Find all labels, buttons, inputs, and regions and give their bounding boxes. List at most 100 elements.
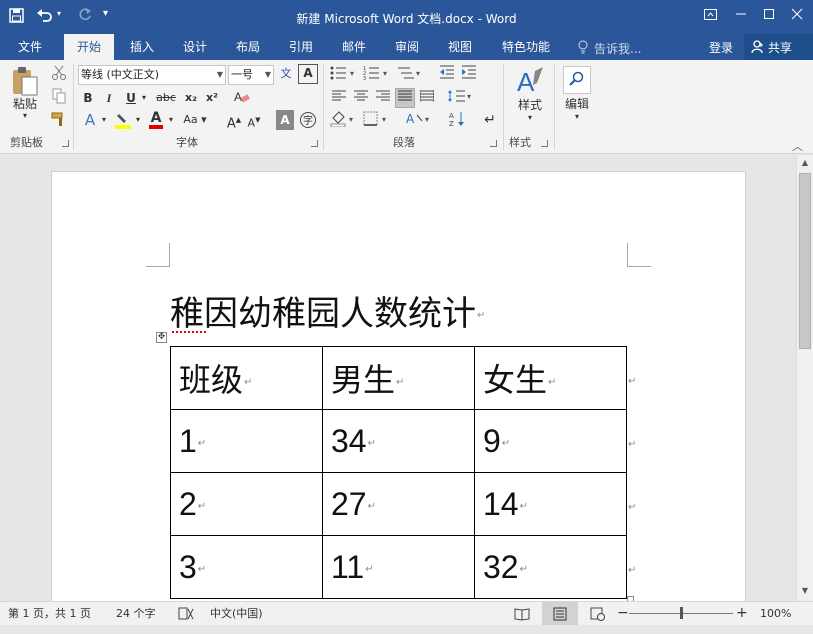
table-cell[interactable]: 班级↵ <box>170 346 323 410</box>
table-cell[interactable]: 14↵ <box>474 472 627 536</box>
grow-font-icon[interactable]: A▲ <box>225 110 243 131</box>
styles-gallery-button[interactable]: A 样式 ▾ <box>509 64 551 132</box>
character-shading-icon[interactable]: A <box>276 110 294 130</box>
paste-button[interactable]: 粘贴 ▾ <box>6 64 44 128</box>
tab-review[interactable]: 审阅 <box>383 34 431 60</box>
table-cell[interactable]: 女生↵ <box>474 346 627 410</box>
tab-layout[interactable]: 布局 <box>224 34 272 60</box>
tell-me-search[interactable]: 告诉我... <box>594 40 641 57</box>
table-cell[interactable]: 男生↵ <box>322 346 475 410</box>
multilevel-list-button[interactable]: ▾ <box>395 64 425 84</box>
collapse-ribbon-icon[interactable]: ︿ <box>792 138 803 154</box>
tab-special-features[interactable]: 特色功能 <box>494 34 558 60</box>
word-count[interactable]: 24 个字 <box>116 602 156 625</box>
highlight-button[interactable] <box>112 110 134 130</box>
justify-icon[interactable] <box>395 88 415 108</box>
bullets-button[interactable]: ▾ <box>329 64 359 84</box>
phonetic-guide-icon[interactable]: 文 <box>276 64 296 84</box>
document-title[interactable]: 稚因幼稚园人数统计↵ <box>170 293 485 337</box>
table-cell[interactable]: 32↵ <box>474 535 627 599</box>
subscript-button[interactable]: x₂ <box>181 88 201 108</box>
borders-button[interactable]: ▾ <box>362 110 392 130</box>
tab-view[interactable]: 视图 <box>436 34 484 60</box>
character-border-icon[interactable]: A <box>298 64 318 84</box>
copy-button[interactable] <box>49 87 69 107</box>
font-dialog-launcher-icon[interactable] <box>311 140 318 147</box>
sign-in-link[interactable]: 登录 <box>709 39 733 56</box>
redo-icon[interactable] <box>77 7 93 26</box>
undo-icon[interactable] <box>36 7 54 26</box>
scroll-thumb[interactable] <box>799 173 811 349</box>
table-cell[interactable]: 34↵ <box>322 409 475 473</box>
table-cell[interactable]: 9↵ <box>474 409 627 473</box>
underline-button[interactable]: U <box>122 88 140 108</box>
proofing-icon[interactable] <box>178 602 194 625</box>
table-move-handle-icon[interactable]: ✥ <box>156 332 167 343</box>
strikethrough-button[interactable]: abc <box>152 88 180 108</box>
tab-mailings[interactable]: 邮件 <box>330 34 378 60</box>
undo-dropdown-icon[interactable]: ▾ <box>57 10 61 18</box>
save-icon[interactable] <box>9 8 24 26</box>
increase-indent-icon[interactable] <box>459 64 479 84</box>
scroll-up-icon[interactable]: ▲ <box>799 157 811 169</box>
clipboard-dialog-launcher-icon[interactable] <box>62 140 69 147</box>
align-right-icon[interactable] <box>373 88 393 108</box>
table-cell[interactable]: 11↵ <box>322 535 475 599</box>
table-cell[interactable]: 3↵ <box>170 535 323 599</box>
asian-layout-icon[interactable]: A ▾ <box>405 110 435 130</box>
italic-button[interactable]: I <box>100 88 118 108</box>
table-cell[interactable]: 27↵ <box>322 472 475 536</box>
shrink-font-icon[interactable]: A▼ <box>245 110 263 130</box>
show-paragraph-marks-icon[interactable]: ↵ <box>480 110 500 130</box>
format-painter-button[interactable] <box>49 110 69 130</box>
scroll-down-icon[interactable]: ▼ <box>799 585 811 597</box>
close-icon[interactable] <box>790 8 804 23</box>
text-effects-dropdown-icon[interactable]: ▾ <box>99 110 109 130</box>
text-effects-icon[interactable]: A <box>80 110 100 130</box>
zoom-level[interactable]: 100% <box>760 602 791 625</box>
page-count[interactable]: 第 1 页，共 1 页 <box>8 602 91 625</box>
line-spacing-icon[interactable]: ▾ <box>445 88 475 108</box>
table-cell[interactable]: 1↵ <box>170 409 323 473</box>
zoom-in-button[interactable]: + <box>736 602 748 625</box>
styles-dialog-launcher-icon[interactable] <box>541 140 548 147</box>
zoom-slider-thumb[interactable] <box>680 607 683 619</box>
paragraph-dialog-launcher-icon[interactable] <box>490 140 497 147</box>
document-page[interactable]: 稚因幼稚园人数统计↵ ✥ 班级↵ 男生↵ 女生↵ 1↵ 34↵ 9↵ 2↵ 27… <box>51 171 746 601</box>
customize-qat-icon[interactable]: ▾ <box>103 9 108 19</box>
font-size-combo[interactable]: 一号 ▼ <box>228 65 274 85</box>
shading-button[interactable]: ▾ <box>329 110 359 130</box>
editing-button[interactable]: 编辑 ▾ <box>560 64 594 130</box>
zoom-out-button[interactable]: − <box>617 602 629 625</box>
read-mode-icon[interactable] <box>514 606 532 621</box>
language-indicator[interactable]: 中文(中国) <box>210 602 263 625</box>
change-case-icon[interactable]: Aa ▾ <box>179 110 211 130</box>
minimize-icon[interactable] <box>734 8 748 23</box>
ribbon-display-options-icon[interactable] <box>703 8 717 24</box>
share-button[interactable]: 共享 <box>744 34 813 60</box>
print-layout-icon[interactable] <box>542 602 578 625</box>
numbering-button[interactable]: 1 2 3 ▾ <box>362 64 392 84</box>
align-left-icon[interactable] <box>329 88 349 108</box>
table-cell[interactable]: 2↵ <box>170 472 323 536</box>
tab-insert[interactable]: 插入 <box>118 34 166 60</box>
align-center-icon[interactable] <box>351 88 371 108</box>
underline-dropdown-icon[interactable]: ▾ <box>139 88 149 108</box>
cut-button[interactable] <box>49 64 69 84</box>
sort-icon[interactable]: AZ <box>447 110 467 130</box>
distributed-icon[interactable] <box>417 88 437 108</box>
enclose-characters-icon[interactable]: 字 <box>298 110 318 130</box>
maximize-icon[interactable] <box>762 8 776 23</box>
clear-formatting-button[interactable]: A <box>232 88 252 108</box>
tab-design[interactable]: 设计 <box>171 34 219 60</box>
tab-home[interactable]: 开始 <box>64 34 114 60</box>
highlight-dropdown-icon[interactable]: ▾ <box>133 110 143 130</box>
tab-file[interactable]: 文件 <box>5 34 55 60</box>
vertical-scrollbar[interactable]: ▲ ▼ <box>796 155 813 601</box>
superscript-button[interactable]: x² <box>202 88 222 108</box>
decrease-indent-icon[interactable] <box>437 64 457 84</box>
font-color-button[interactable]: A <box>146 110 166 130</box>
font-name-combo[interactable]: 等线 (中文正文) ▼ <box>78 65 226 85</box>
data-table[interactable]: 班级↵ 男生↵ 女生↵ 1↵ 34↵ 9↵ 2↵ 27↵ 14↵ 3↵ 11↵ … <box>170 346 627 599</box>
bold-button[interactable]: B <box>79 88 97 108</box>
